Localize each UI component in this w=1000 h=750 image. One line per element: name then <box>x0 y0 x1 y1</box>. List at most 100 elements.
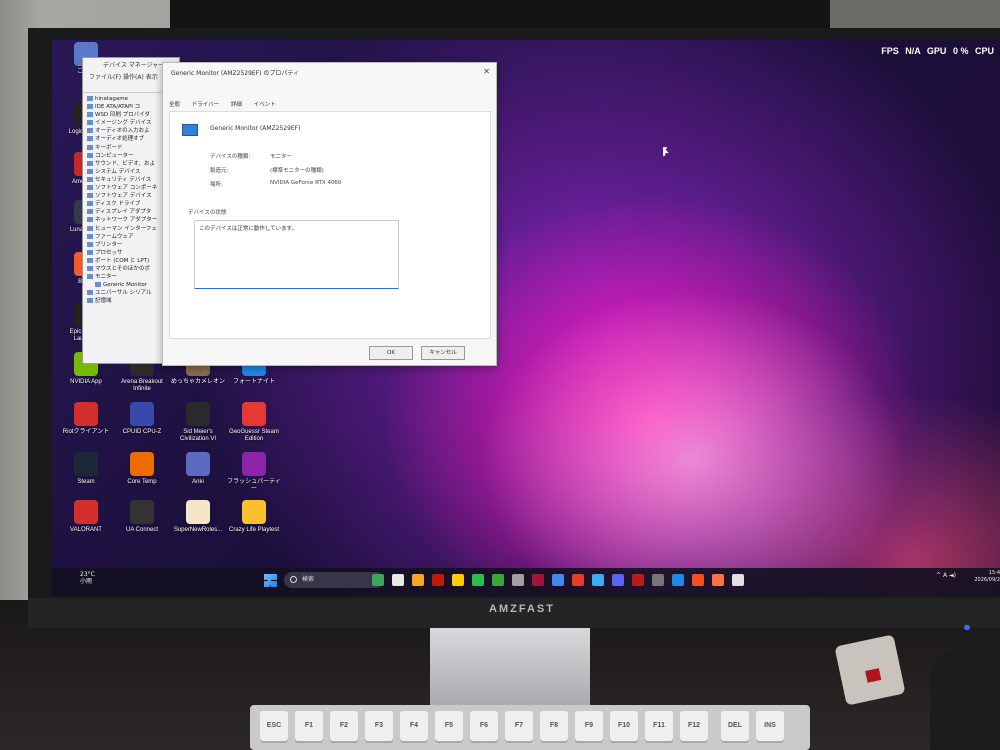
tab-general[interactable]: 全般 <box>169 102 180 108</box>
ok-button[interactable]: OK <box>369 346 413 360</box>
device-category-icon <box>87 193 93 199</box>
fps-label: FPS <box>881 46 899 56</box>
device-category-icon <box>87 104 93 110</box>
desktop-icon[interactable]: CPUID CPU-Z <box>114 402 170 436</box>
general-panel: Generic Monitor (AMZ2529EF) デバイスの種類: モニタ… <box>169 111 491 339</box>
desktop-icon-label: NVIDIA App <box>70 379 102 385</box>
desktop-icon[interactable]: Steam <box>58 452 114 486</box>
supernewroles-icon <box>186 500 210 524</box>
taskbar-app-icon[interactable] <box>552 574 564 586</box>
geoguessr-icon <box>242 402 266 426</box>
search-box[interactable]: 検索 <box>284 572 384 588</box>
desktop-icon-label: Sid Meier's Civilization VI <box>179 429 216 442</box>
desktop-icon-label: Steam <box>77 479 95 485</box>
gpu-value: 0 % <box>952 46 969 56</box>
valorant-icon <box>74 500 98 524</box>
taskbar-app-icon[interactable] <box>632 574 644 586</box>
key: F7 <box>505 711 533 741</box>
device-tree-label: Generic Monitor <box>103 282 147 289</box>
taskbar-app-icon[interactable] <box>452 574 464 586</box>
key: F8 <box>540 711 568 741</box>
desktop-icon[interactable]: Sid Meier's Civilization VI <box>170 402 226 443</box>
taskbar-app-icon[interactable] <box>372 574 384 586</box>
clock[interactable]: 15:4 2026/09/2 <box>974 570 1000 583</box>
tab-driver[interactable]: ドライバー <box>192 102 219 108</box>
desktop-icon-label: フォートナイト <box>232 379 275 385</box>
device-tree-label: 記憶域 <box>95 298 112 305</box>
desktop-icon[interactable]: Crazy Life Playtest <box>226 500 282 534</box>
key: F4 <box>400 711 428 741</box>
desktop-icon-label: Arena Breakout Infinite <box>121 379 163 392</box>
clock-date: 2026/09/2 <box>974 576 1000 583</box>
monitor-icon <box>182 124 198 136</box>
key: F10 <box>610 711 638 741</box>
taskbar-app-icon[interactable] <box>652 574 664 586</box>
desktop-icon[interactable]: Anki <box>170 452 226 486</box>
ime-indicator[interactable]: A <box>943 572 947 579</box>
device-type-label: デバイスの種類: <box>210 154 251 160</box>
taskbar-app-icon[interactable] <box>472 574 484 586</box>
key: F1 <box>295 711 323 741</box>
flash-party-icon <box>242 452 266 476</box>
cancel-button[interactable]: キャンセル <box>421 346 465 360</box>
device-tree-label: ソフトウェア コンポーネ <box>95 185 158 192</box>
volume-icon[interactable]: ◄) <box>949 572 956 579</box>
device-tree-label: サウンド、ビデオ、およ <box>95 160 155 167</box>
desktop-icon[interactable]: VALORANT <box>58 500 114 534</box>
close-icon[interactable]: ✕ <box>483 67 490 76</box>
taskbar-app-icon[interactable] <box>592 574 604 586</box>
weather-widget[interactable]: 23°C 小雨 <box>80 571 95 585</box>
desktop-icon[interactable]: Riotクライアント <box>58 402 114 436</box>
device-type-value: モニター <box>270 154 293 160</box>
device-tree-label: ソフトウェア デバイス <box>95 193 152 200</box>
device-category-icon <box>87 176 93 182</box>
device-category-icon <box>87 160 93 166</box>
taskbar-app-icon[interactable] <box>612 574 624 586</box>
taskbar-app-icon[interactable] <box>572 574 584 586</box>
taskbar-app-icon[interactable] <box>672 574 684 586</box>
start-button-icon[interactable] <box>264 574 277 587</box>
device-category-icon <box>87 249 93 255</box>
device-tree-label: IDE ATA/ATAPI コ <box>95 104 141 111</box>
device-category-icon <box>87 185 93 191</box>
taskbar-app-icon[interactable] <box>732 574 744 586</box>
device-tree-label: キーボード <box>95 144 123 151</box>
desktop-icon-label: VALORANT <box>70 527 102 533</box>
taskbar-app-icon[interactable] <box>432 574 444 586</box>
device-category-icon <box>87 120 93 126</box>
device-category-icon <box>87 233 93 239</box>
desktop-icon[interactable]: Core Temp <box>114 452 170 486</box>
status-group-label: デバイスの状態 <box>188 210 227 216</box>
device-tree-label: モニター <box>95 274 118 281</box>
taskbar-app-icon[interactable] <box>392 574 404 586</box>
anki-icon <box>186 452 210 476</box>
desktop-icon[interactable]: フラッシュパーティー <box>226 452 282 493</box>
tray-chevron-icon[interactable]: ^ <box>936 572 941 579</box>
taskbar-app-icon[interactable] <box>532 574 544 586</box>
monitor-screen: FPS N/A GPU 0 % CPU ごみ箱Logicool G HAmong… <box>52 40 1000 596</box>
status-box: このデバイスは正常に動作しています。 <box>194 220 399 289</box>
taskbar: 23°C 小雨 検索 ^ A ◄) 15:4 2026/09/2 <box>52 568 1000 596</box>
taskbar-app-icon[interactable] <box>712 574 724 586</box>
taskbar-app-icon[interactable] <box>512 574 524 586</box>
taskbar-app-icon[interactable] <box>692 574 704 586</box>
keyboard: ESC F1 F2 F3 F4 F5 F6 F7 F8 F9 F10 F11 F12 DEL INS <box>250 705 810 750</box>
desktop-icon[interactable]: UA Connect <box>114 500 170 534</box>
usb-led <box>865 668 882 683</box>
tab-events[interactable]: イベント <box>254 102 276 108</box>
desktop-icon[interactable]: SuperNewRoles... <box>170 500 226 534</box>
key: F2 <box>330 711 358 741</box>
key: F5 <box>435 711 463 741</box>
properties-dialog: Generic Monitor (AMZ2529EF) のプロパティ ✕ 全般 … <box>162 62 497 366</box>
device-tree-label: ポート (COM と LPT) <box>95 257 150 264</box>
desktop-icon[interactable]: GeoGuessr Steam Edition <box>226 402 282 443</box>
key: DEL <box>721 711 749 741</box>
device-category-icon <box>87 217 93 223</box>
status-text: このデバイスは正常に動作しています。 <box>199 226 298 232</box>
taskbar-app-icon[interactable] <box>492 574 504 586</box>
tab-details[interactable]: 詳細 <box>231 102 242 108</box>
steam-icon <box>74 452 98 476</box>
crazy-life-icon <box>242 500 266 524</box>
desktop-icon-label: GeoGuessr Steam Edition <box>229 429 279 442</box>
taskbar-app-icon[interactable] <box>412 574 424 586</box>
